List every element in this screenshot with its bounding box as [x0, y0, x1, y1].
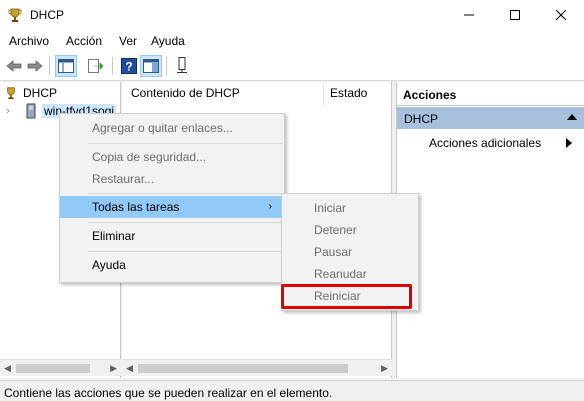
- chevron-right-icon[interactable]: ›: [6, 105, 20, 117]
- dhcp-trophy-icon: [7, 7, 23, 23]
- tree-item-label: DHCP: [23, 86, 58, 100]
- title-bar: DHCP: [0, 0, 584, 30]
- collapse-up-icon[interactable]: [567, 114, 577, 120]
- back-button[interactable]: [3, 55, 25, 77]
- tree-horizontal-scrollbar[interactable]: ◀ ▶: [0, 359, 121, 376]
- forward-button[interactable]: [24, 55, 46, 77]
- status-bar: Contiene las acciones que se pueden real…: [0, 380, 584, 401]
- menu-ayuda[interactable]: Ayuda: [151, 34, 185, 48]
- menu-item-add-remove-bindings[interactable]: Agregar o quitar enlaces...: [60, 117, 284, 139]
- submenu-item-pause[interactable]: Pausar: [282, 241, 418, 263]
- actions-pane: Acciones DHCP Acciones adicionales: [396, 82, 584, 378]
- scroll-right-icon[interactable]: ▶: [381, 363, 388, 374]
- server-icon: [177, 57, 187, 73]
- menu-item-restore[interactable]: Restaurar...: [60, 168, 284, 190]
- menu-item-label: Todas las tareas: [92, 200, 180, 214]
- menu-separator: [88, 143, 282, 144]
- menu-separator: [88, 251, 282, 252]
- back-arrow-icon: [6, 60, 22, 72]
- console-tree-icon: [58, 59, 74, 73]
- window-title: DHCP: [30, 8, 65, 22]
- scrollbar-thumb[interactable]: [138, 364, 348, 373]
- submenu-item-start[interactable]: Iniciar: [282, 197, 418, 219]
- help-icon: ?: [121, 58, 137, 74]
- svg-text:?: ?: [125, 60, 132, 74]
- export-list-button[interactable]: [84, 55, 106, 77]
- export-list-icon: [88, 59, 103, 73]
- context-menu: Agregar o quitar enlaces... Copia de seg…: [59, 113, 285, 283]
- toolbar-separator: [49, 57, 50, 75]
- dhcp-trophy-icon: [7, 87, 15, 100]
- minimize-icon: [464, 14, 474, 16]
- close-button[interactable]: [538, 0, 584, 30]
- forward-arrow-icon: [27, 60, 43, 72]
- submenu-arrow-icon: ›: [268, 201, 272, 212]
- menu-ver[interactable]: Ver: [119, 34, 137, 48]
- column-separator[interactable]: [323, 84, 324, 106]
- more-actions-item[interactable]: Acciones adicionales: [429, 136, 541, 150]
- scroll-right-icon[interactable]: ▶: [110, 363, 117, 374]
- menu-separator: [88, 222, 282, 223]
- show-hide-action-pane-icon: [143, 59, 159, 73]
- minimize-button[interactable]: [446, 0, 492, 30]
- menu-item-delete[interactable]: Eliminar: [60, 225, 284, 247]
- toolbar-separator: [112, 57, 113, 75]
- maximize-button[interactable]: [492, 0, 538, 30]
- menu-bar: Archivo Acción Ver Ayuda: [0, 30, 584, 51]
- show-console-tree-button[interactable]: [55, 55, 77, 77]
- help-button[interactable]: ?: [118, 55, 140, 77]
- menu-item-all-tasks[interactable]: Todas las tareas ›: [60, 196, 284, 218]
- list-horizontal-scrollbar[interactable]: ◀ ▶: [122, 359, 392, 376]
- column-header-content[interactable]: Contenido de DHCP: [131, 86, 240, 106]
- dhcp-window: DHCP Archivo Acción Ver Ayuda ? DHCP › w…: [0, 0, 584, 401]
- scrollbar-thumb[interactable]: [16, 364, 90, 373]
- maximize-icon: [510, 10, 520, 20]
- server-icon: [26, 103, 36, 119]
- server-button[interactable]: [171, 55, 193, 77]
- submenu-arrow-icon: [566, 138, 572, 148]
- actions-header: Acciones: [397, 82, 584, 106]
- scroll-left-icon[interactable]: ◀: [126, 363, 133, 374]
- tree-item-dhcp[interactable]: DHCP: [4, 84, 57, 102]
- menu-accion[interactable]: Acción: [66, 34, 102, 48]
- toolbar-separator: [166, 57, 167, 75]
- submenu-item-resume[interactable]: Reanudar: [282, 263, 418, 285]
- actions-group-label: DHCP: [404, 112, 439, 126]
- menu-item-backup[interactable]: Copia de seguridad...: [60, 146, 284, 168]
- close-icon: [556, 10, 566, 20]
- menu-archivo[interactable]: Archivo: [9, 34, 49, 48]
- submenu-item-stop[interactable]: Detener: [282, 219, 418, 241]
- menu-separator: [88, 193, 282, 194]
- scroll-left-icon[interactable]: ◀: [4, 363, 11, 374]
- actions-group-dhcp[interactable]: DHCP: [397, 107, 584, 129]
- column-header-status[interactable]: Estado: [330, 86, 367, 106]
- show-action-pane-button[interactable]: [140, 55, 162, 77]
- red-highlight-annotation: [281, 284, 412, 309]
- toolbar: ?: [0, 51, 584, 81]
- menu-item-help[interactable]: Ayuda: [60, 254, 284, 276]
